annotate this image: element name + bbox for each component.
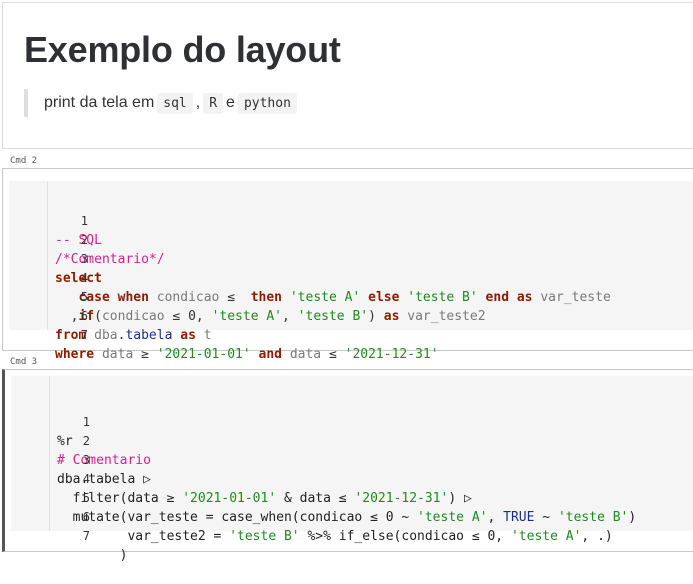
page-title: Exemplo do layout — [24, 29, 341, 70]
line-number: 7 — [82, 529, 90, 543]
code-cell-r[interactable]: 1 %r 2 # Comentario 3 dba.tabela ▷ 4 fil… — [2, 369, 693, 563]
code-line: 4 case when condicao ≤ then 'teste A' el… — [9, 250, 693, 305]
code-line: 5 ,if(condicao ≤ 0, 'teste A', 'teste B'… — [55, 290, 486, 324]
code-line: 5 mutate(var_teste = case_when(condicao … — [57, 491, 637, 525]
code-line: 1 %r — [57, 415, 90, 449]
inline-code-sql: sql — [157, 92, 193, 114]
code-line: 6 var_teste2 = 'teste B' %>% if_else(con… — [57, 510, 613, 544]
cell-label: Cmd 2 — [10, 156, 38, 166]
code-cell-sql[interactable]: 1 -- SQL 2 /*Comentario*/ 3 select 4 cas… — [2, 168, 693, 362]
code-line: 7 where data ≥ '2021-01-01' and data ≤ '… — [55, 328, 439, 362]
code-line: 6 from dba.tabela as t — [55, 309, 212, 343]
blockquote: print da tela em sql , R e python — [24, 89, 300, 117]
inline-code-r: R — [203, 92, 224, 114]
code-line: 3 select — [55, 252, 102, 286]
quote-separator: , — [195, 94, 201, 111]
markdown-cell[interactable]: Exemplo do layout print da tela em sql ,… — [2, 2, 693, 149]
inline-code-python: python — [237, 92, 297, 114]
line-number: 7 — [80, 328, 88, 342]
quote-separator: e — [226, 94, 235, 111]
quote-text: print da tela em — [44, 94, 155, 111]
code-editor[interactable]: 1 -- SQL 2 /*Comentario*/ 3 select 4 cas… — [9, 181, 693, 362]
code-editor[interactable]: 1 %r 2 # Comentario 3 dba.tabela ▷ 4 fil… — [11, 376, 693, 563]
code-line: 2 # Comentario — [57, 434, 151, 468]
code-line: 1 -- SQL — [55, 214, 102, 248]
code-line: 2 /*Comentario*/ — [55, 233, 165, 267]
code-line: 3 dba.tabela ▷ — [57, 453, 151, 487]
cell-label: Cmd 3 — [10, 357, 38, 367]
code-line: 7 ) — [57, 529, 128, 563]
code-line: 4 filter(data ≥ '2021-01-01' & data ≤ '2… — [57, 472, 472, 506]
